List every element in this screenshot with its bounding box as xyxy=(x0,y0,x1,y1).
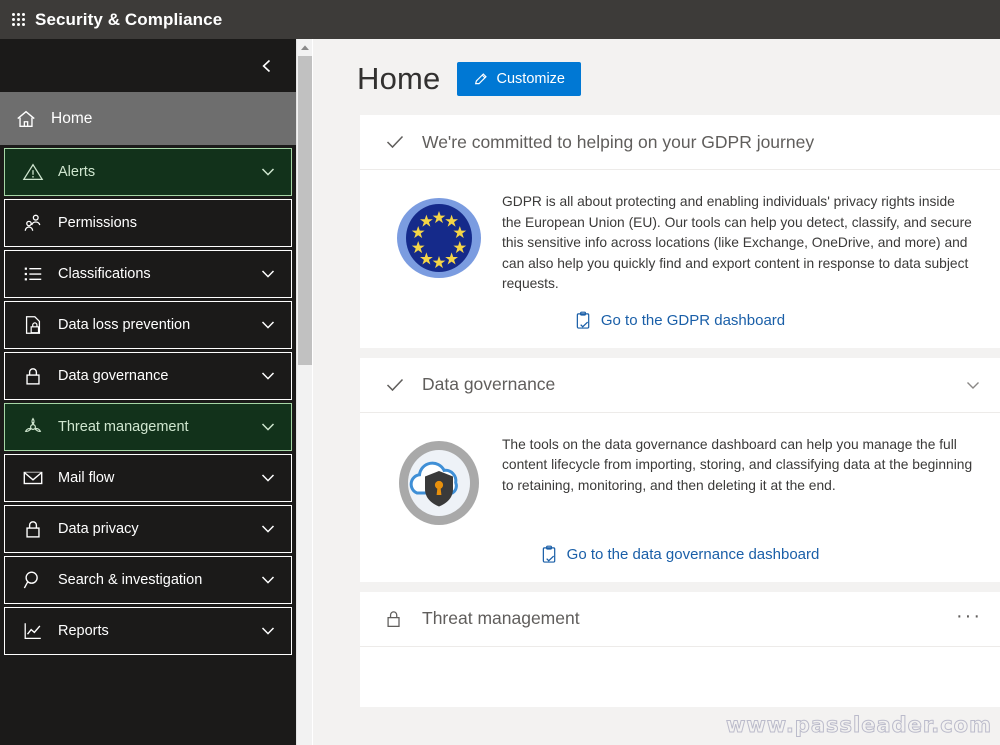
eu-flag-icon xyxy=(384,186,494,282)
chevron-down-icon[interactable] xyxy=(253,520,283,538)
sidebar-item-label: Mail flow xyxy=(58,470,115,486)
sidebar-item-label: Home xyxy=(51,109,93,127)
card-body-text: GDPR is all about protecting and enablin… xyxy=(502,194,972,291)
customize-button-label: Customize xyxy=(496,71,566,87)
sidebar-item-label: Alerts xyxy=(58,164,96,180)
card-header[interactable]: Threat management ··· xyxy=(360,592,1000,646)
warning-icon xyxy=(20,159,46,185)
sidebar-item-home[interactable]: Home xyxy=(0,92,296,145)
sidebar-item-label: Data privacy xyxy=(58,521,139,537)
chevron-down-icon[interactable] xyxy=(253,265,283,283)
chevron-down-icon[interactable] xyxy=(253,163,283,181)
card-threat-management: Threat management ··· xyxy=(360,591,1000,707)
sidebar-collapse-button[interactable] xyxy=(0,39,296,92)
home-icon xyxy=(13,106,39,132)
search-icon xyxy=(20,567,46,593)
pencil-icon xyxy=(473,71,489,87)
sidebar-item-list: Home Alerts Permissions Classifications … xyxy=(0,92,296,655)
waffle-grid-icon[interactable] xyxy=(10,12,26,28)
card-title: Threat management xyxy=(422,608,580,628)
mail-icon xyxy=(20,465,46,491)
data-governance-dashboard-link-label: Go to the data governance dashboard xyxy=(566,545,820,563)
card-data-governance: Data governance The tools on the data go… xyxy=(360,357,1000,582)
sidebar-item-label: Data loss prevention xyxy=(58,317,191,333)
lock-icon xyxy=(384,608,406,630)
chevron-left-icon xyxy=(262,59,271,72)
sidebar-item-alerts[interactable]: Alerts xyxy=(4,148,292,196)
lock-icon xyxy=(20,516,46,542)
suite-title: Security & Compliance xyxy=(35,9,223,29)
data-governance-dashboard-link[interactable]: Go to the data governance dashboard xyxy=(541,545,820,564)
sidebar-item-permissions[interactable]: Permissions xyxy=(4,199,292,247)
check-icon xyxy=(384,374,406,396)
chevron-down-icon[interactable] xyxy=(253,367,283,385)
suite-bar: Security & Compliance xyxy=(0,0,1000,39)
sidebar-item-label: Classifications xyxy=(58,266,151,282)
sidebar-item-label: Data governance xyxy=(58,368,169,384)
card-header[interactable]: We're committed to helping on your GDPR … xyxy=(360,115,1000,169)
clipboard-check-icon xyxy=(575,311,592,330)
gdpr-dashboard-link[interactable]: Go to the GDPR dashboard xyxy=(575,311,785,330)
ellipsis-icon[interactable]: ··· xyxy=(956,606,982,627)
card-link-row: Go to the GDPR dashboard xyxy=(360,299,1000,348)
app-root: Security & Compliance Home Alerts Permis… xyxy=(0,0,1000,745)
card-gdpr: We're committed to helping on your GDPR … xyxy=(360,115,1000,348)
sidebar-item-mail-flow[interactable]: Mail flow xyxy=(4,454,292,502)
cloud-shield-lock-icon xyxy=(384,429,494,529)
clipboard-check-icon xyxy=(541,545,558,564)
chart-line-icon xyxy=(20,618,46,644)
sidebar-item-classifications[interactable]: Classifications xyxy=(4,250,292,298)
chevron-down-icon[interactable] xyxy=(253,418,283,436)
check-icon xyxy=(384,131,406,153)
chevron-down-icon[interactable] xyxy=(964,376,982,394)
sidebar-item-threat-management[interactable]: Threat management xyxy=(4,403,292,451)
sidebar-scrollbar[interactable] xyxy=(296,39,312,745)
chevron-down-icon[interactable] xyxy=(253,469,283,487)
sidebar-item-data-privacy[interactable]: Data privacy xyxy=(4,505,292,553)
sidebar-item-data-governance[interactable]: Data governance xyxy=(4,352,292,400)
chevron-down-icon[interactable] xyxy=(253,571,283,589)
page-title: Home xyxy=(357,61,441,96)
sidebar-item-reports[interactable]: Reports xyxy=(4,607,292,655)
card-header[interactable]: Data governance xyxy=(360,358,1000,412)
card-title: We're committed to helping on your GDPR … xyxy=(422,131,815,152)
scroll-up-arrow-icon[interactable] xyxy=(297,39,312,56)
chevron-down-icon[interactable] xyxy=(253,622,283,640)
sidebar-nav: Home Alerts Permissions Classifications … xyxy=(0,39,296,745)
document-lock-icon xyxy=(20,312,46,338)
list-icon xyxy=(20,261,46,287)
sidebar-item-data-loss-prevention[interactable]: Data loss prevention xyxy=(4,301,292,349)
sidebar-item-label: Threat management xyxy=(58,419,189,435)
card-title: Data governance xyxy=(422,374,556,394)
sidebar-item-label: Reports xyxy=(58,623,109,639)
card-body: GDPR is all about protecting and enablin… xyxy=(360,170,1000,299)
people-icon xyxy=(20,210,46,236)
card-body: The tools on the data governance dashboa… xyxy=(360,413,1000,533)
card-link-row: Go to the data governance dashboard xyxy=(360,533,1000,582)
card-body-text: The tools on the data governance dashboa… xyxy=(502,436,973,493)
page-header: Home Customize xyxy=(313,39,1000,115)
sidebar-item-label: Permissions xyxy=(58,215,137,231)
sidebar-item-label: Search & investigation xyxy=(58,572,203,588)
sidebar-item-search-investigation[interactable]: Search & investigation xyxy=(4,556,292,604)
gdpr-dashboard-link-label: Go to the GDPR dashboard xyxy=(600,311,786,329)
card-body-empty xyxy=(360,647,1000,707)
chevron-down-icon[interactable] xyxy=(253,316,283,334)
biohazard-icon xyxy=(20,414,46,440)
scrollbar-thumb[interactable] xyxy=(298,56,312,365)
customize-button[interactable]: Customize xyxy=(456,62,581,96)
lock-icon xyxy=(20,363,46,389)
main-content: Home Customize We're committed to helpin… xyxy=(313,39,1000,745)
